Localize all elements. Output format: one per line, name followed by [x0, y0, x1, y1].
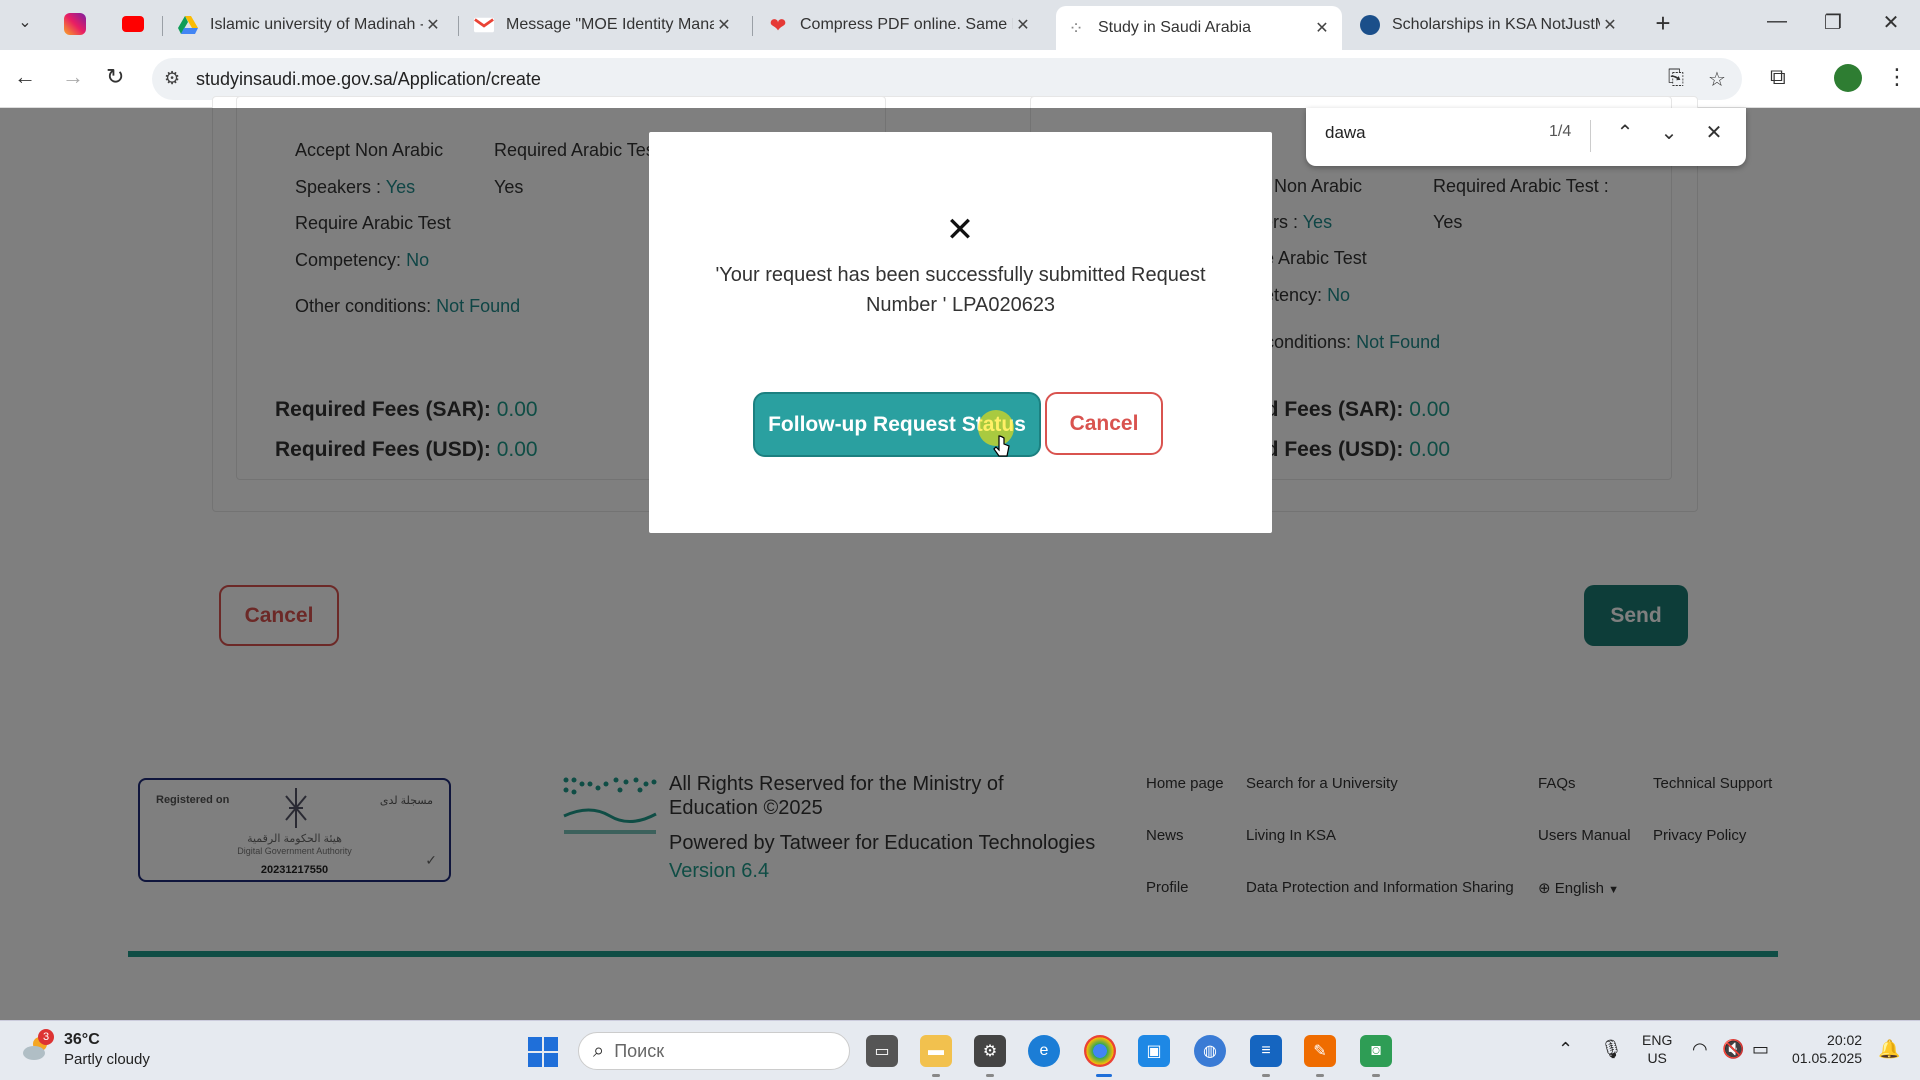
settings-gear-icon[interactable]: ⚙: [974, 1035, 1006, 1067]
file-explorer-icon[interactable]: ▬: [920, 1035, 952, 1067]
edge-browser-icon[interactable]: e: [1028, 1035, 1060, 1067]
find-separator: [1590, 120, 1591, 152]
close-icon[interactable]: ✕: [920, 190, 1000, 270]
green-app-icon[interactable]: ◙: [1360, 1035, 1392, 1067]
tab-compress-pdf[interactable]: ❤ Compress PDF online. Same PD ✕: [758, 6, 1043, 44]
weather-alert-badge: 3: [38, 1029, 54, 1045]
running-indicator: [986, 1074, 994, 1077]
windows-start-icon[interactable]: [528, 1037, 558, 1067]
task-view-icon[interactable]: ▭: [866, 1035, 898, 1067]
minimize-icon[interactable]: —: [1754, 10, 1800, 33]
site-icon: [1360, 15, 1380, 35]
profile-avatar-icon[interactable]: [1834, 64, 1862, 92]
taskbar-search-placeholder: Поиск: [614, 1040, 665, 1061]
loading-icon: ⁘: [1068, 17, 1084, 38]
find-close-icon[interactable]: ✕: [1701, 120, 1727, 145]
find-next-chevron-down-icon[interactable]: ⌄: [1656, 120, 1682, 145]
close-tab-icon[interactable]: ✕: [1600, 15, 1620, 35]
address-bar[interactable]: ⚙ studyinsaudi.moe.gov.sa/Application/cr…: [152, 58, 1742, 100]
battery-icon[interactable]: ▭: [1752, 1039, 1769, 1060]
remote-desktop-icon[interactable]: ▣: [1138, 1035, 1170, 1067]
submission-success-modal: ✕ 'Your request has been successfully su…: [649, 132, 1272, 533]
language-code: ENG: [1642, 1032, 1673, 1048]
instagram-pinned-tab-icon[interactable]: [64, 13, 86, 35]
globe-app-icon[interactable]: ◍: [1194, 1035, 1226, 1067]
notifications-bell-icon[interactable]: 🔔: [1878, 1039, 1900, 1060]
tab-separator: [458, 16, 459, 36]
close-tab-icon[interactable]: ✕: [423, 15, 443, 35]
speaker-muted-icon[interactable]: 🔇: [1722, 1039, 1744, 1060]
find-input[interactable]: dawa: [1325, 123, 1366, 143]
running-indicator: [1372, 1074, 1380, 1077]
success-message: 'Your request has been successfully subm…: [715, 264, 1206, 316]
taskbar-search-box[interactable]: ⌕ Поиск: [578, 1032, 850, 1070]
running-indicator: [1262, 1074, 1270, 1077]
modal-cancel-button[interactable]: Cancel: [1045, 392, 1163, 455]
find-match-count: 1/4: [1549, 123, 1572, 140]
tab-islamic-university[interactable]: Islamic university of Madinah - ✕: [168, 6, 453, 44]
running-indicator: [1316, 1074, 1324, 1077]
restore-icon[interactable]: ❐: [1810, 10, 1856, 35]
forward-arrow-icon[interactable]: →: [62, 64, 84, 90]
tab-title: Scholarships in KSA NotJustMa: [1392, 16, 1600, 33]
tab-separator: [752, 16, 753, 36]
heart-icon: ❤: [769, 14, 787, 37]
show-hidden-icons-chevron-icon[interactable]: ⌃: [1558, 1039, 1573, 1060]
orange-app-icon[interactable]: ✎: [1304, 1035, 1336, 1067]
close-tab-icon[interactable]: ✕: [1312, 18, 1332, 38]
close-tab-icon[interactable]: ✕: [714, 15, 734, 35]
tab-title: Study in Saudi Arabia: [1098, 19, 1251, 36]
tab-study-in-saudi-arabia[interactable]: ⁘ Study in Saudi Arabia ✕: [1056, 6, 1342, 50]
tab-title: Compress PDF online. Same PD: [800, 16, 1013, 33]
tab-search-chevron-icon[interactable]: ⌄: [2, 12, 48, 32]
browser-tab-strip: ⌄ Islamic university of Madinah - ✕ Mess…: [0, 0, 1920, 50]
region-code: US: [1647, 1050, 1667, 1066]
tab-title: Message "MOE Identity Manag: [506, 16, 714, 33]
wifi-icon[interactable]: ◠: [1692, 1039, 1708, 1060]
google-drive-icon: [178, 15, 198, 35]
reload-icon[interactable]: ↻: [106, 64, 124, 90]
chrome-browser-icon[interactable]: [1084, 1035, 1116, 1067]
close-window-icon[interactable]: ✕: [1868, 10, 1914, 35]
tab-scholarships[interactable]: Scholarships in KSA NotJustMa ✕: [1350, 6, 1630, 44]
tab-gmail-message[interactable]: Message "MOE Identity Manag ✕: [464, 6, 744, 44]
active-indicator: [1096, 1074, 1112, 1077]
back-arrow-icon[interactable]: ←: [14, 64, 36, 90]
browser-menu-icon[interactable]: ⋮: [1886, 64, 1908, 90]
translate-page-icon[interactable]: ⎘: [1668, 67, 1684, 90]
youtube-pinned-tab-icon[interactable]: [122, 16, 144, 32]
input-language-indicator[interactable]: ENG US: [1642, 1031, 1672, 1067]
clock-date: 01.05.2025: [1792, 1050, 1863, 1066]
running-indicator: [932, 1074, 940, 1077]
mouse-pointer-icon: [993, 434, 1011, 464]
clock-time: 20:02: [1827, 1032, 1863, 1048]
bookmark-star-icon[interactable]: ☆: [1708, 67, 1726, 92]
close-tab-icon[interactable]: ✕: [1013, 15, 1033, 35]
find-previous-chevron-up-icon[interactable]: ⌃: [1612, 120, 1638, 145]
extensions-puzzle-icon[interactable]: ⧉: [1770, 64, 1786, 90]
url-text: studyinsaudi.moe.gov.sa/Application/crea…: [196, 68, 541, 89]
weather-description: Partly cloudy: [64, 1051, 150, 1068]
weather-temperature: 36°C: [64, 1031, 100, 1048]
tab-separator: [162, 16, 163, 36]
find-in-page-bar: dawa 1/4 ⌃ ⌄ ✕: [1306, 108, 1746, 166]
windows-taskbar: 3 36°C Partly cloudy ⌕ Поиск ▭ ▬ ⚙ e ▣ ◍…: [0, 1020, 1920, 1080]
gmail-icon: [474, 15, 494, 35]
notepad-icon[interactable]: ≡: [1250, 1035, 1282, 1067]
microphone-icon[interactable]: 🎙: [1600, 1039, 1623, 1060]
site-settings-icon[interactable]: ⚙: [164, 68, 180, 89]
new-tab-plus-icon[interactable]: +: [1640, 8, 1686, 39]
tab-title: Islamic university of Madinah -: [210, 16, 423, 33]
search-icon: ⌕: [593, 1039, 605, 1062]
system-clock[interactable]: 20:02 01.05.2025: [1792, 1031, 1862, 1067]
